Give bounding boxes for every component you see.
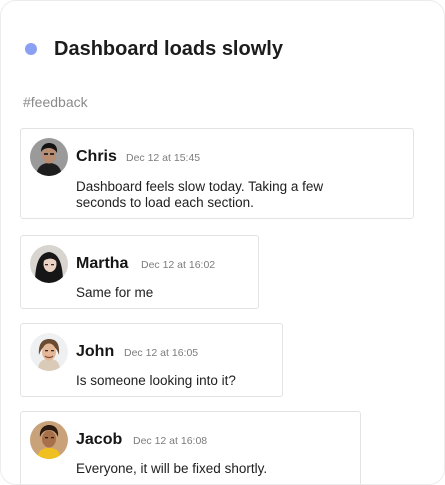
message-item: Chris Dec 12 at 15:45 Dashboard feels sl… (20, 128, 414, 219)
message-text: Everyone, it will be fixed shortly. (76, 461, 268, 476)
message-item: Jacob Dec 12 at 16:08 Everyone, it will … (20, 411, 361, 484)
message-timestamp: Dec 12 at 15:45 (126, 152, 201, 164)
avatar (30, 333, 68, 371)
message-author: John (76, 343, 115, 360)
message-timestamp: Dec 12 at 16:05 (124, 347, 199, 359)
message-item: John Dec 12 at 16:05 Is someone looking … (20, 323, 283, 397)
thread-title: Dashboard loads slowly (54, 38, 283, 60)
thread-card: Dashboard loads slowly #feedback Chris D… (0, 0, 445, 485)
message-timestamp: Dec 12 at 16:02 (141, 259, 216, 271)
message-author: Chris (76, 148, 117, 165)
message-author: Martha (76, 255, 129, 272)
message-text: Same for me (76, 285, 154, 300)
status-dot-icon (25, 43, 37, 55)
message-text-line: seconds to load each section. (76, 195, 254, 210)
avatar (30, 138, 68, 176)
avatar (30, 245, 68, 283)
message-text: Is someone looking into it? (76, 373, 236, 388)
channel-label: #feedback (23, 94, 88, 110)
message-author: Jacob (76, 431, 123, 448)
avatar (30, 421, 68, 459)
message-timestamp: Dec 12 at 16:08 (133, 435, 208, 447)
message-item: Martha Dec 12 at 16:02 Same for me (20, 235, 259, 309)
thread-header: Dashboard loads slowly (25, 37, 283, 61)
